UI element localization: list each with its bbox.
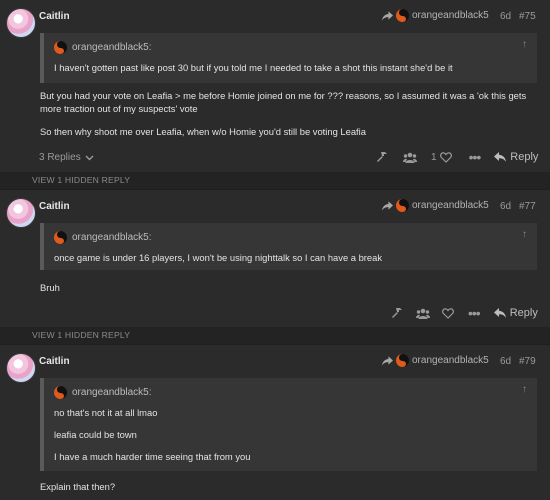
post-body-text: So then why shoot me over Leafia, when w… — [40, 126, 366, 137]
quote-author: orangeandblack5: — [72, 232, 152, 243]
up-arrow-icon[interactable]: ↑ — [522, 384, 527, 395]
hammer-icon[interactable] — [390, 307, 404, 319]
like-count[interactable]: 1 — [431, 152, 437, 163]
quote-text: I haven't gotten past like post 30 but i… — [54, 62, 453, 73]
post-date[interactable]: 6d — [500, 356, 511, 367]
reply-icon — [494, 152, 507, 162]
quote-block: orangeandblack5: ↑ no that's not it at a… — [40, 378, 537, 471]
quote-block: orangeandblack5: ↑ I haven't gotten past… — [40, 33, 537, 83]
chevron-down-icon — [85, 155, 94, 160]
username[interactable]: Caitlin — [39, 201, 70, 212]
reply-to-name: orangeandblack5 — [412, 10, 489, 21]
post-actions: ••• Reply — [390, 305, 538, 321]
yinyang-avatar-icon — [54, 41, 67, 54]
more-icon[interactable]: ••• — [468, 305, 481, 321]
post-actions: 1 ••• Reply — [375, 149, 538, 165]
yinyang-avatar-icon — [396, 354, 409, 367]
post-date[interactable]: 6d — [500, 201, 511, 212]
quote-text: once game is under 16 players, I won't b… — [54, 252, 383, 263]
reply-to-name: orangeandblack5 — [412, 355, 489, 366]
post-body-text: But you had your vote on Leafia > me bef… — [40, 90, 527, 114]
avatar[interactable] — [6, 8, 36, 38]
reply-label: Reply — [509, 307, 538, 319]
username[interactable]: Caitlin — [39, 356, 70, 367]
quote-author: orangeandblack5: — [72, 387, 152, 398]
quote-header[interactable]: orangeandblack5: — [54, 231, 152, 244]
more-icon[interactable]: ••• — [469, 149, 482, 165]
up-arrow-icon[interactable]: ↑ — [522, 39, 527, 50]
yinyang-avatar-icon — [396, 199, 409, 212]
up-arrow-icon[interactable]: ↑ — [522, 229, 527, 240]
post-75: Caitlin orangeandblack5 6d #75 orangeand… — [0, 0, 550, 172]
post-number[interactable]: #79 — [519, 356, 536, 367]
quote-header[interactable]: orangeandblack5: — [54, 41, 152, 54]
post-body-text: Bruh — [40, 282, 60, 293]
post-date[interactable]: 6d — [500, 11, 511, 22]
avatar[interactable] — [6, 353, 36, 383]
post-number[interactable]: #75 — [519, 11, 536, 22]
replies-toggle[interactable]: 3 Replies — [39, 152, 94, 163]
post-number[interactable]: #77 — [519, 201, 536, 212]
reply-to-link[interactable]: orangeandblack5 — [382, 199, 489, 212]
yinyang-avatar-icon — [54, 386, 67, 399]
quote-author: orangeandblack5: — [72, 42, 152, 53]
reply-arrow-icon — [382, 355, 393, 366]
reply-to-name: orangeandblack5 — [412, 200, 489, 211]
quote-block: orangeandblack5: ↑ once game is under 16… — [40, 223, 537, 270]
quote-text: leafia could be town — [54, 429, 137, 440]
heart-icon[interactable] — [442, 307, 454, 319]
view-hidden-reply-link[interactable]: VIEW 1 HIDDEN REPLY — [32, 175, 130, 185]
view-hidden-reply-link[interactable]: VIEW 1 HIDDEN REPLY — [32, 330, 130, 340]
reply-arrow-icon — [382, 200, 393, 211]
yinyang-avatar-icon — [396, 9, 409, 22]
reply-to-link[interactable]: orangeandblack5 — [382, 354, 489, 367]
quote-text: no that's not it at all lmao — [54, 407, 158, 418]
users-icon[interactable] — [416, 308, 430, 319]
reply-button[interactable]: Reply — [494, 151, 538, 163]
username[interactable]: Caitlin — [39, 11, 70, 22]
hammer-icon[interactable] — [375, 151, 389, 163]
quote-header[interactable]: orangeandblack5: — [54, 386, 152, 399]
reply-arrow-icon — [382, 10, 393, 21]
reply-button[interactable]: Reply — [493, 307, 538, 319]
heart-icon[interactable] — [439, 151, 452, 163]
avatar[interactable] — [6, 198, 36, 228]
reply-label: Reply — [510, 151, 539, 163]
users-icon[interactable] — [403, 152, 417, 163]
hidden-reply-bar[interactable]: VIEW 1 HIDDEN REPLY — [0, 327, 550, 344]
quote-text: I have a much harder time seeing that fr… — [54, 451, 251, 462]
hidden-reply-bar[interactable]: VIEW 1 HIDDEN REPLY — [0, 172, 550, 189]
post-77: Caitlin orangeandblack5 6d #77 orangeand… — [0, 190, 550, 327]
reply-icon — [493, 308, 506, 318]
reply-to-link[interactable]: orangeandblack5 — [382, 9, 489, 22]
post-body-text: Explain that then? — [40, 481, 116, 492]
yinyang-avatar-icon — [54, 231, 67, 244]
post-79: Caitlin orangeandblack5 6d #79 orangeand… — [0, 345, 550, 500]
replies-label: 3 Replies — [39, 152, 81, 163]
